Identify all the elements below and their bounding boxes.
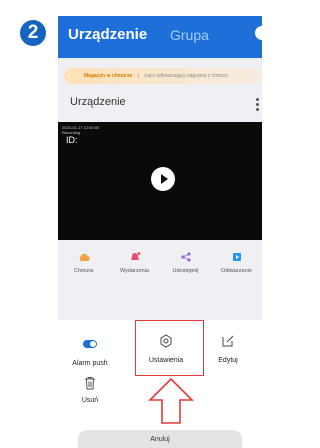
tab-device[interactable]: Urządzenie: [68, 26, 147, 43]
step-number-badge: 2: [20, 20, 46, 46]
video-timestamp: 2023-01-17 12:00:00 Recording: [62, 125, 100, 135]
event-bell-icon: [130, 252, 140, 260]
delete-label: Usuń: [81, 397, 99, 404]
quick-action-label: Odtwarzanie: [221, 268, 252, 274]
trash-icon: [85, 377, 95, 390]
quick-action-label: Chmura: [73, 268, 94, 274]
header-add-icon[interactable]: [255, 26, 262, 40]
alarm-push-label: Alarm push: [72, 360, 108, 367]
promo-title: Magazyn w chmurze: [84, 73, 133, 79]
device-list-screen: Magazyn w chmurze | Łącz odtwarzający na…: [58, 58, 262, 320]
device-card-title: Urządzenie: [70, 96, 126, 108]
quick-action-playback[interactable]: Odtwarzanie: [211, 244, 262, 294]
delete-option[interactable]: Usuń: [60, 376, 120, 404]
cancel-button[interactable]: Anuluj: [78, 430, 242, 448]
cloud-icon: [79, 253, 90, 262]
settings-highlight-box: [135, 320, 204, 376]
alarm-push-option[interactable]: Alarm push: [60, 337, 120, 367]
tab-group[interactable]: Grupa: [170, 27, 209, 43]
promo-text: Łącz odtwarzający nagrania z chmury: [144, 73, 229, 79]
more-vertical-icon[interactable]: [256, 98, 260, 112]
quick-action-label: Udostępnij: [172, 268, 199, 274]
video-device-id: ID:: [66, 135, 78, 145]
share-icon: [180, 252, 191, 262]
quick-action-cloud[interactable]: Chmura: [58, 244, 109, 294]
cloud-storage-promo-banner[interactable]: Magazyn w chmurze | Łącz odtwarzający na…: [64, 68, 262, 84]
playback-icon: [232, 253, 241, 261]
edit-option[interactable]: Edytuj: [198, 334, 258, 364]
quick-action-share[interactable]: Udostępnij: [160, 244, 211, 294]
quick-actions-bar: Chmura Wydarzenia Udostępnij Odtwarzanie: [58, 244, 262, 294]
alarm-push-toggle-icon[interactable]: [83, 340, 97, 348]
quick-action-events[interactable]: Wydarzenia: [109, 244, 160, 294]
edit-icon: [222, 335, 234, 347]
play-button[interactable]: [151, 167, 175, 191]
edit-label: Edytuj: [218, 357, 238, 364]
quick-action-label: Wydarzenia: [120, 268, 149, 274]
promo-separator: |: [137, 73, 140, 79]
arrow-up-icon: [148, 377, 194, 424]
app-header: Urządzenie Grupa: [58, 16, 262, 58]
